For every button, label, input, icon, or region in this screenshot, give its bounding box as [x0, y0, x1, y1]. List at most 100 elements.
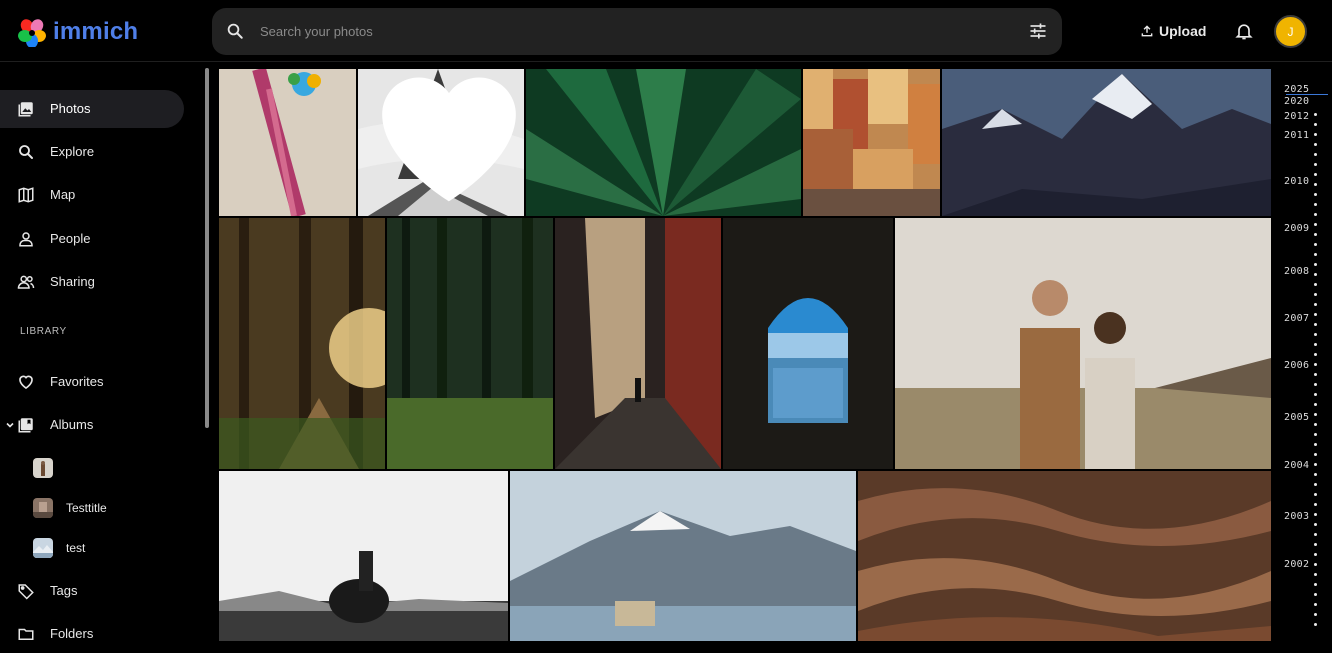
timeline-dot: [1314, 243, 1317, 246]
timeline-dot: [1314, 443, 1317, 446]
search-filter-icon[interactable]: [1028, 21, 1048, 41]
album-label: Testtitle: [66, 501, 107, 515]
map-icon: [18, 187, 34, 203]
timeline-dot: [1314, 623, 1317, 626]
chevron-down-icon[interactable]: [5, 420, 15, 430]
timeline-year-label[interactable]: 2010: [1284, 176, 1309, 187]
photo-tile[interactable]: [858, 471, 1271, 641]
photo-tile[interactable]: [219, 471, 508, 641]
sidebar: Photos Explore Map People Sharing LIBRAR…: [0, 63, 200, 641]
timeline-dot: [1314, 533, 1317, 536]
album-label: test: [66, 541, 86, 555]
sidebar-item-folders[interactable]: Folders: [0, 615, 184, 653]
avatar-initial: J: [1287, 24, 1294, 39]
search-bar[interactable]: [212, 8, 1062, 55]
timeline-year-label[interactable]: 2006: [1284, 360, 1309, 371]
timeline-year-label[interactable]: 2020: [1284, 96, 1309, 107]
timeline-dot: [1314, 343, 1317, 346]
user-avatar[interactable]: J: [1274, 15, 1307, 48]
timeline-dot: [1314, 613, 1317, 616]
photo-tile[interactable]: [510, 471, 856, 641]
photo-tile[interactable]: [555, 218, 721, 469]
sidebar-item-map[interactable]: Map: [0, 176, 184, 214]
app-logo[interactable]: immich: [17, 16, 138, 48]
timeline-dot: [1314, 363, 1317, 366]
app-name: immich: [53, 18, 139, 45]
timeline-dot: [1314, 223, 1317, 226]
timeline-dot: [1314, 323, 1317, 326]
timeline-dot: [1314, 353, 1317, 356]
folder-icon: [18, 628, 34, 640]
timeline-dot: [1314, 153, 1317, 156]
search-icon[interactable]: [226, 22, 244, 40]
sidebar-item-label: Map: [50, 187, 76, 202]
timeline-dot: [1314, 283, 1317, 286]
search-input[interactable]: [260, 20, 980, 42]
album-thumbnail: [33, 458, 53, 478]
timeline-dot: [1314, 593, 1317, 596]
sidebar-scrollbar-thumb[interactable]: [205, 68, 209, 428]
upload-button[interactable]: Upload: [1140, 20, 1206, 42]
sidebar-item-people[interactable]: People: [0, 220, 184, 258]
timeline-year-label[interactable]: 2007: [1284, 313, 1309, 324]
timeline-dot: [1314, 143, 1317, 146]
album-thumbnail: [33, 538, 53, 558]
people-icon: [17, 275, 35, 289]
timeline-scrubber[interactable]: 2025 2020 2012 2011 2010 2009 2008 2007 …: [1272, 63, 1332, 641]
upload-label: Upload: [1159, 23, 1207, 39]
timeline-year-label[interactable]: 2003: [1284, 511, 1309, 522]
timeline-year-label[interactable]: 2012: [1284, 111, 1309, 122]
photo-tile[interactable]: [895, 218, 1271, 469]
timeline-year-label[interactable]: 2009: [1284, 223, 1309, 234]
sidebar-item-label: Albums: [50, 417, 94, 432]
timeline-dot: [1314, 543, 1317, 546]
sidebar-item-label: Photos: [50, 101, 91, 116]
timeline-year-label[interactable]: 2005: [1284, 412, 1309, 423]
timeline-dot: [1314, 333, 1317, 336]
sidebar-item-favorites[interactable]: Favorites: [0, 363, 184, 401]
favorite-heart-icon[interactable]: [366, 69, 524, 208]
timeline-dot: [1314, 133, 1317, 136]
photo-tile[interactable]: [803, 69, 940, 216]
timeline-dot: [1314, 453, 1317, 456]
timeline-dot: [1314, 603, 1317, 606]
photo-tile[interactable]: [942, 69, 1271, 216]
timeline-dot: [1314, 393, 1317, 396]
sidebar-item-label: Favorites: [50, 374, 104, 389]
timeline-dot: [1314, 313, 1317, 316]
album-item[interactable]: test: [0, 533, 184, 563]
timeline-dot: [1314, 563, 1317, 566]
timeline-dot: [1314, 403, 1317, 406]
timeline-dot: [1314, 233, 1317, 236]
sidebar-item-explore[interactable]: Explore: [0, 133, 184, 171]
album-item[interactable]: Testtitle: [0, 493, 184, 523]
timeline-year-label[interactable]: 2008: [1284, 266, 1309, 277]
photo-tile[interactable]: [387, 218, 553, 469]
sidebar-item-sharing[interactable]: Sharing: [0, 263, 184, 301]
timeline-year-label[interactable]: 2004: [1284, 460, 1309, 471]
sidebar-item-label: People: [50, 231, 91, 246]
upload-icon: [1141, 25, 1153, 37]
photo-tile[interactable]: [358, 69, 524, 216]
timeline-dot: [1314, 433, 1317, 436]
timeline-year-label[interactable]: 2002: [1284, 559, 1309, 570]
sidebar-item-albums[interactable]: Albums: [0, 406, 184, 444]
photo-tile[interactable]: [526, 69, 801, 216]
timeline-dot: [1314, 503, 1317, 506]
photo-tile[interactable]: [219, 69, 356, 216]
library-section-label: LIBRARY: [20, 326, 67, 337]
timeline-dot: [1314, 273, 1317, 276]
timeline-year-label[interactable]: 2011: [1284, 130, 1309, 141]
sidebar-item-label: Sharing: [50, 274, 95, 289]
album-item[interactable]: [0, 453, 184, 483]
timeline-dot: [1314, 553, 1317, 556]
timeline-dot: [1314, 203, 1317, 206]
notifications-bell-icon[interactable]: [1234, 20, 1254, 42]
timeline-dot: [1314, 303, 1317, 306]
sidebar-item-photos[interactable]: Photos: [0, 90, 184, 128]
photo-tile[interactable]: [723, 218, 893, 469]
person-icon: [19, 232, 33, 247]
timeline-dot: [1314, 263, 1317, 266]
sidebar-item-tags[interactable]: Tags: [0, 572, 184, 610]
photo-tile[interactable]: [219, 218, 385, 469]
